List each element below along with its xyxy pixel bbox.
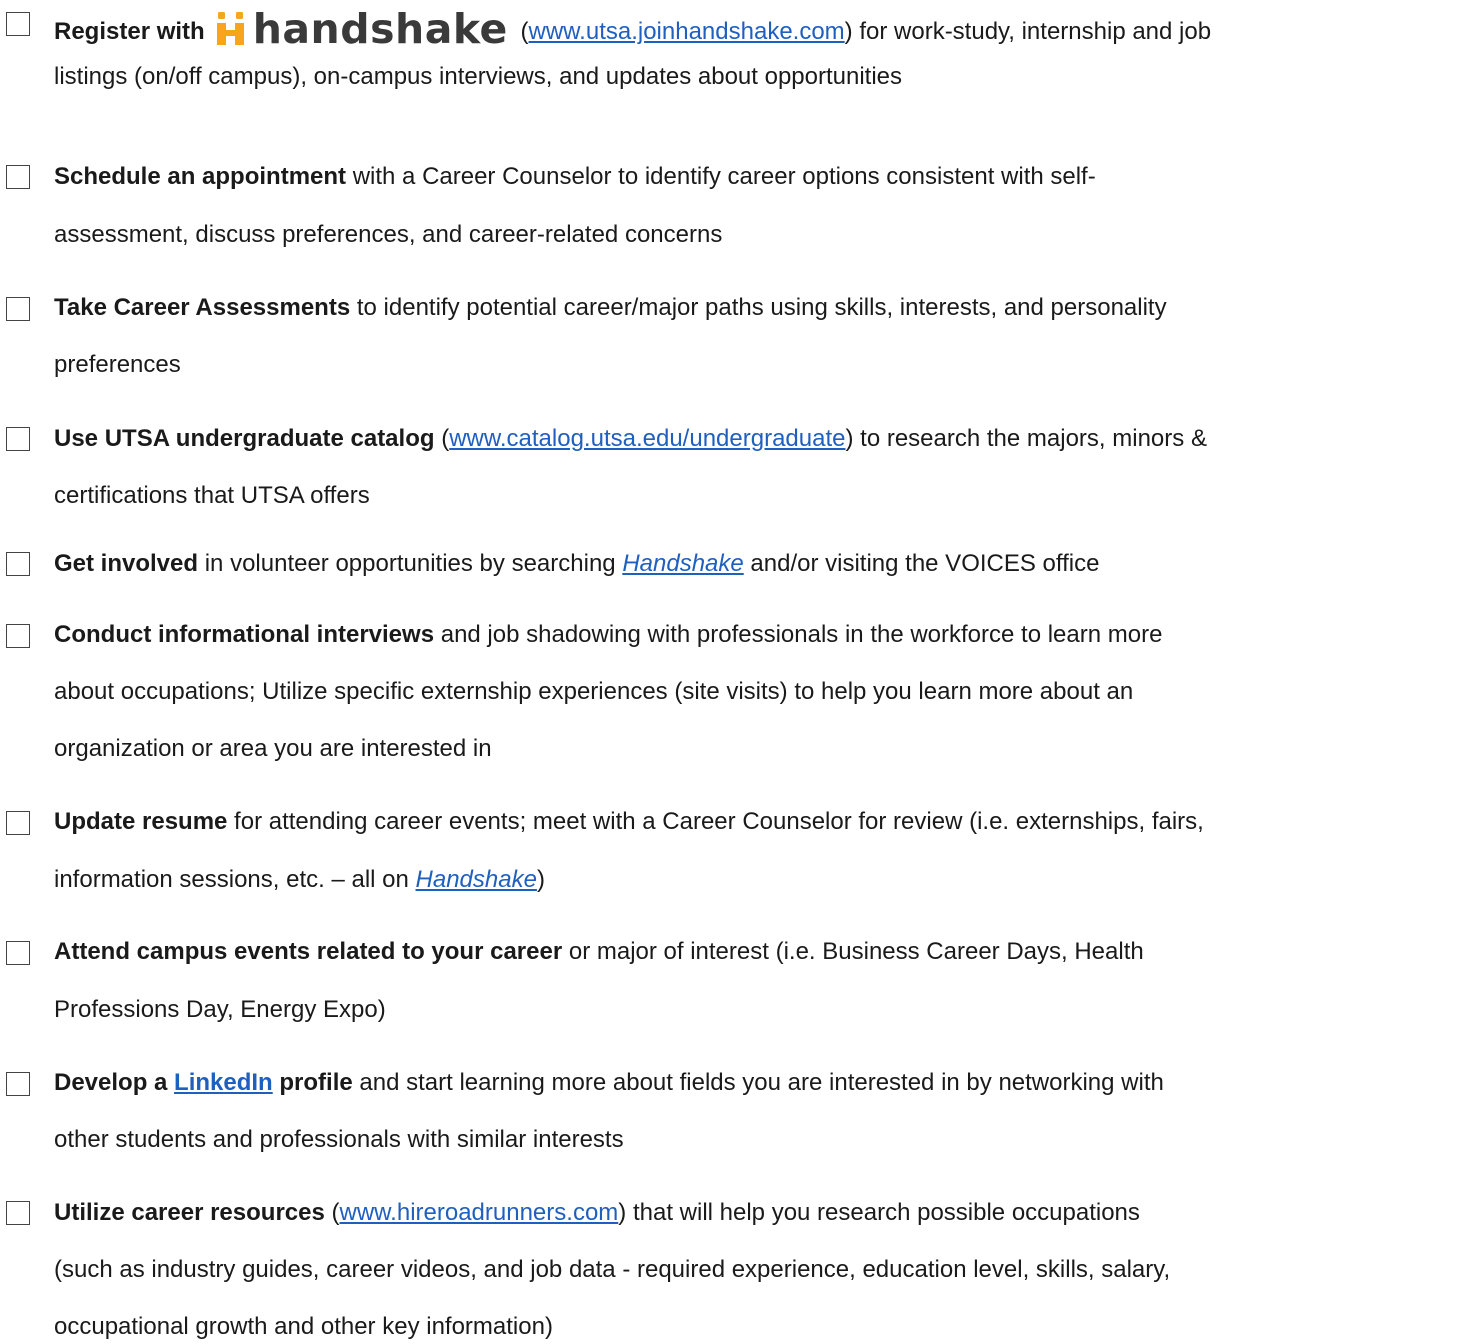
checkbox[interactable] (6, 297, 30, 321)
item-line: other students and professionals with si… (54, 1126, 624, 1153)
checkbox[interactable] (6, 427, 30, 451)
item-heading: Take Career Assessments (54, 294, 351, 321)
item-line: (such as industry guides, career videos,… (54, 1256, 1171, 1283)
item-line: preferences (54, 351, 181, 378)
item-line: information sessions, etc. – all on Hand… (54, 866, 545, 893)
item-line: Attend campus events related to your car… (54, 938, 1144, 965)
item-heading: Update resume (54, 808, 228, 835)
item-line: Use UTSA undergraduate catalog (www.cata… (54, 425, 1207, 452)
checkbox[interactable] (6, 1072, 30, 1096)
item-line: certifications that UTSA offers (54, 482, 370, 509)
checkbox[interactable] (6, 552, 30, 576)
item-line: Professions Day, Energy Expo) (54, 996, 386, 1023)
item-heading: Schedule an appointment (54, 163, 347, 190)
checkbox[interactable] (6, 165, 30, 189)
item-line: organization or area you are interested … (54, 735, 492, 762)
handshake-url-link[interactable]: www.utsa.joinhandshake.com (529, 18, 845, 45)
item-line: assessment, discuss preferences, and car… (54, 221, 723, 248)
item-line: Utilize career resources (www.hireroadru… (54, 1199, 1140, 1226)
item-heading: Use UTSA undergraduate catalog (54, 425, 435, 452)
handshake-link[interactable]: Handshake (622, 550, 743, 577)
checkbox[interactable] (6, 811, 30, 835)
item-line: Schedule an appointment with a Career Co… (54, 163, 1096, 190)
item-line: Develop a LinkedIn profile and start lea… (54, 1069, 1164, 1096)
linkedin-link[interactable]: LinkedIn (174, 1069, 273, 1096)
checkbox[interactable] (6, 941, 30, 965)
item-line: about occupations; Utilize specific exte… (54, 678, 1134, 705)
checkbox[interactable] (6, 12, 30, 36)
item-line: occupational growth and other key inform… (54, 1313, 553, 1340)
item-line: listings (on/off campus), on-campus inte… (54, 63, 903, 90)
item-line: Register with handshake (www.utsa.joinha… (54, 5, 1212, 53)
item-line: Get involved in volunteer opportunities … (54, 550, 1100, 577)
item-line: Conduct informational interviews and job… (54, 621, 1163, 648)
handshake-logo-icon (216, 12, 244, 45)
item-line: Update resume for attending career event… (54, 808, 1204, 835)
item-heading: Conduct informational interviews (54, 621, 435, 648)
checkbox[interactable] (6, 624, 30, 648)
catalog-url-link[interactable]: www.catalog.utsa.edu/undergraduate (449, 425, 845, 452)
item-heading: Attend campus events related to your car… (54, 938, 563, 965)
item-heading: Register with (54, 18, 205, 45)
item-heading: Develop a (54, 1069, 175, 1096)
handshake-logo: handshake (213, 8, 508, 50)
item-heading: Utilize career resources (54, 1199, 325, 1226)
hireroadrunners-link[interactable]: www.hireroadrunners.com (340, 1199, 619, 1226)
checkbox[interactable] (6, 1201, 30, 1225)
item-heading: Get involved (54, 550, 199, 577)
handshake-link[interactable]: Handshake (416, 866, 537, 893)
item-line: Take Career Assessments to identify pote… (54, 294, 1167, 321)
